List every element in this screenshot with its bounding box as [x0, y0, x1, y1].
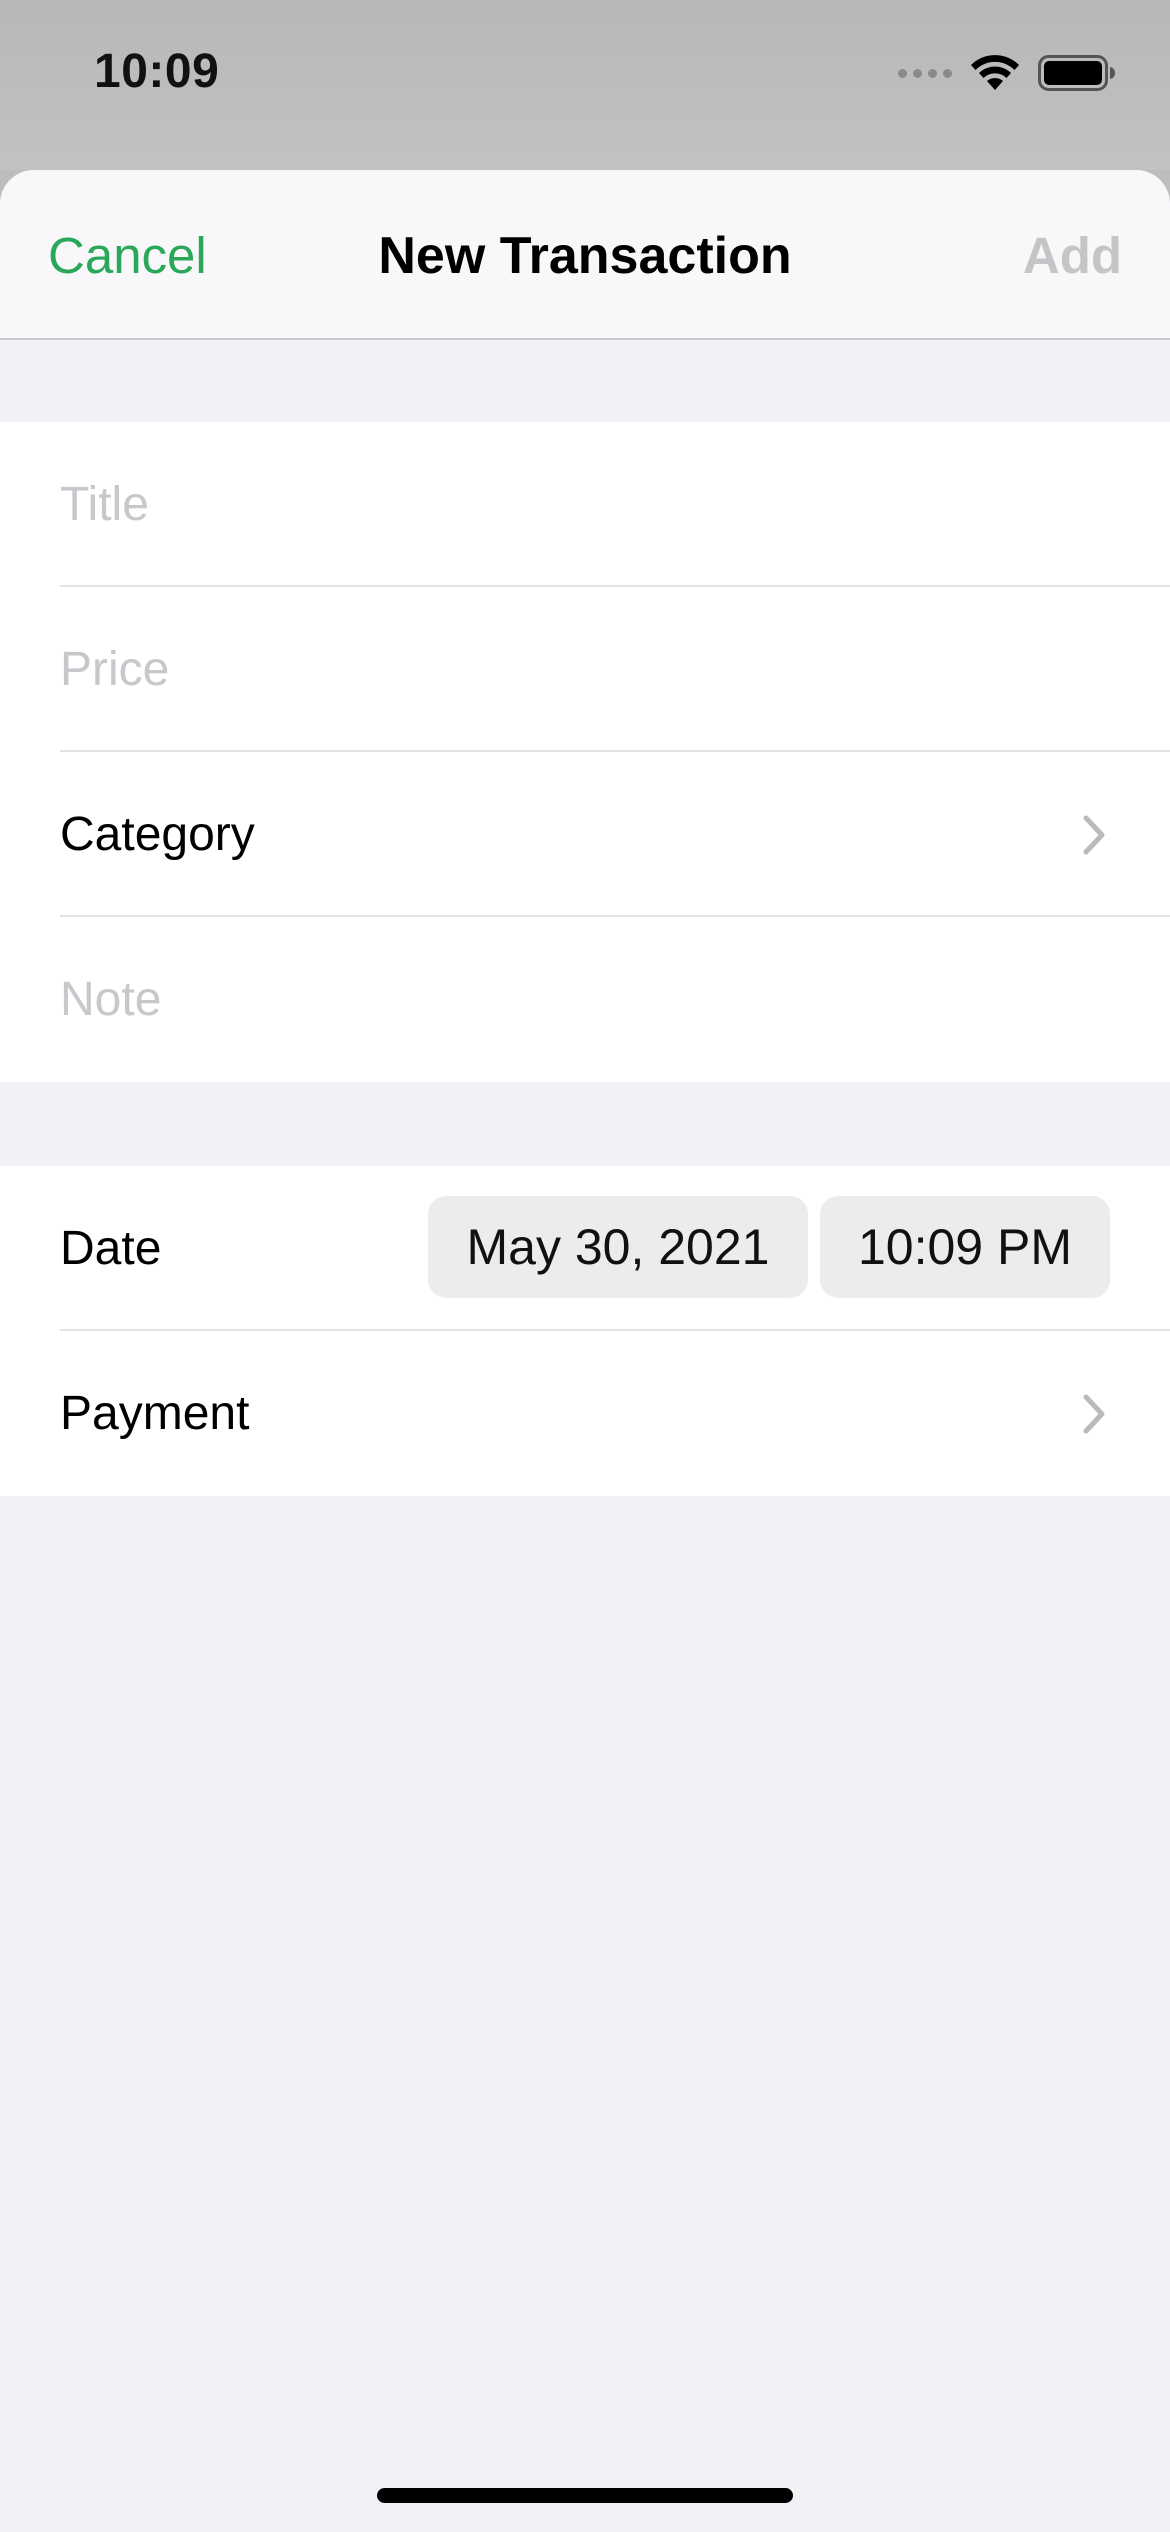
category-row[interactable]: Category — [0, 752, 1170, 917]
status-time: 10:09 — [94, 45, 220, 98]
payment-label: Payment — [60, 1387, 250, 1440]
payment-row[interactable]: Payment — [0, 1331, 1170, 1496]
title-row — [0, 422, 1170, 587]
details-section: Category — [0, 422, 1170, 1082]
note-row — [0, 917, 1170, 1082]
date-row: Date May 30, 2021 10:09 PM — [0, 1166, 1170, 1331]
time-picker-button[interactable]: 10:09 PM — [820, 1196, 1110, 1298]
chevron-right-icon — [1083, 1394, 1105, 1434]
date-payment-section: Date May 30, 2021 10:09 PM Payment — [0, 1166, 1170, 1496]
home-indicator[interactable] — [377, 2488, 793, 2503]
add-button[interactable]: Add — [1023, 226, 1122, 285]
category-label: Category — [60, 808, 255, 861]
price-row — [0, 587, 1170, 752]
price-input[interactable] — [60, 587, 1110, 752]
date-label: Date — [60, 1222, 162, 1275]
status-icons — [898, 50, 1116, 96]
status-bar: 10:09 — [0, 0, 1170, 170]
date-picker-button[interactable]: May 30, 2021 — [428, 1196, 808, 1298]
new-transaction-sheet: Cancel New Transaction Add Category Date… — [0, 170, 1170, 2532]
page-title: New Transaction — [378, 227, 792, 285]
navbar: Cancel New Transaction Add — [0, 170, 1170, 340]
cellular-signal-icon — [898, 68, 952, 78]
title-input[interactable] — [60, 422, 1110, 587]
battery-icon — [1038, 55, 1115, 91]
chevron-right-icon — [1083, 815, 1105, 855]
note-input[interactable] — [60, 917, 1110, 1082]
wifi-icon — [971, 55, 1019, 90]
